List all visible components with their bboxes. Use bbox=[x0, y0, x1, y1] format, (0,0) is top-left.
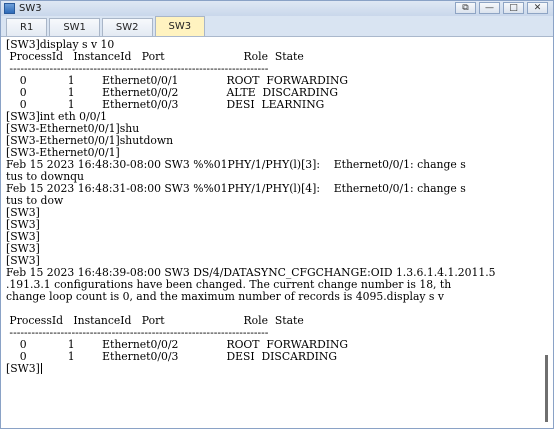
terminal-line: tus to dow bbox=[6, 195, 64, 207]
terminal-line: [SW3] bbox=[6, 207, 40, 219]
terminal-line: ----------------------------------------… bbox=[6, 63, 269, 75]
scrollbar-thumb[interactable] bbox=[545, 355, 548, 422]
minimize-icon[interactable]: — bbox=[479, 2, 500, 14]
title-bar[interactable]: SW3 ⧉ — □ ✕ bbox=[1, 1, 553, 16]
terminal-line: ----------------------------------------… bbox=[6, 327, 269, 339]
terminal-line: [SW3]display s v 10 bbox=[6, 39, 115, 51]
session-tabs: R1 SW1 SW2 SW3 bbox=[1, 16, 553, 37]
terminal-line: tus to downqu bbox=[6, 171, 85, 183]
terminal-line: [SW3] bbox=[6, 243, 40, 255]
terminal-line: 0 1 Ethernet0/0/3 DESI LEARNING bbox=[6, 99, 325, 111]
tab-sw1[interactable]: SW1 bbox=[49, 18, 100, 36]
close-icon[interactable]: ✕ bbox=[527, 2, 548, 14]
terminal-line: 0 1 Ethernet0/0/1 ROOT FORWARDING bbox=[6, 75, 349, 87]
restore-icon[interactable]: ⧉ bbox=[455, 2, 476, 14]
terminal-output[interactable]: [SW3]display s v 10 ProcessId InstanceId… bbox=[6, 39, 540, 424]
terminal-line: ProcessId InstanceId Port Role State bbox=[6, 315, 304, 327]
maximize-icon[interactable]: □ bbox=[503, 2, 524, 14]
terminal-line: [SW3] bbox=[6, 255, 40, 267]
terminal-line: Feb 15 2023 16:48:31-08:00 SW3 %%01PHY/1… bbox=[6, 183, 466, 195]
terminal-window: SW3 ⧉ — □ ✕ R1 SW1 SW2 SW3 [SW3]display … bbox=[0, 0, 554, 429]
window-title: SW3 bbox=[19, 3, 42, 14]
window-controls: ⧉ — □ ✕ bbox=[455, 2, 548, 14]
terminal-line: [SW3]int eth 0/0/1 bbox=[6, 111, 107, 123]
terminal-line: [SW3-Ethernet0/0/1] bbox=[6, 147, 120, 159]
terminal-line: Feb 15 2023 16:48:30-08:00 SW3 %%01PHY/1… bbox=[6, 159, 466, 171]
tab-sw2[interactable]: SW2 bbox=[101, 18, 153, 36]
terminal-line: [SW3-Ethernet0/0/1]shu bbox=[6, 123, 140, 135]
text-cursor bbox=[40, 363, 42, 374]
terminal-line: 0 1 Ethernet0/0/2 ALTE DISCARDING bbox=[6, 87, 338, 99]
terminal-line: 0 1 Ethernet0/0/2 ROOT FORWARDING bbox=[6, 339, 349, 351]
terminal-line: [SW3] bbox=[6, 363, 42, 375]
vertical-scrollbar[interactable] bbox=[542, 39, 551, 424]
terminal-line: Feb 15 2023 16:48:39-08:00 SW3 DS/4/DATA… bbox=[6, 267, 496, 279]
terminal-line: .191.3.1 configurations have been change… bbox=[6, 279, 452, 291]
tab-sw3[interactable]: SW3 bbox=[154, 16, 206, 36]
terminal-line: 0 1 Ethernet0/0/3 DESI DISCARDING bbox=[6, 351, 338, 363]
terminal-line: [SW3] bbox=[6, 219, 40, 231]
terminal-line: [SW3-Ethernet0/0/1]shutdown bbox=[6, 135, 174, 147]
terminal-line: ProcessId InstanceId Port Role State bbox=[6, 51, 304, 63]
terminal-line: change loop count is 0, and the maximum … bbox=[6, 291, 444, 303]
terminal-app-icon bbox=[4, 3, 15, 14]
terminal-line: [SW3] bbox=[6, 231, 40, 243]
tab-r1[interactable]: R1 bbox=[6, 18, 48, 36]
